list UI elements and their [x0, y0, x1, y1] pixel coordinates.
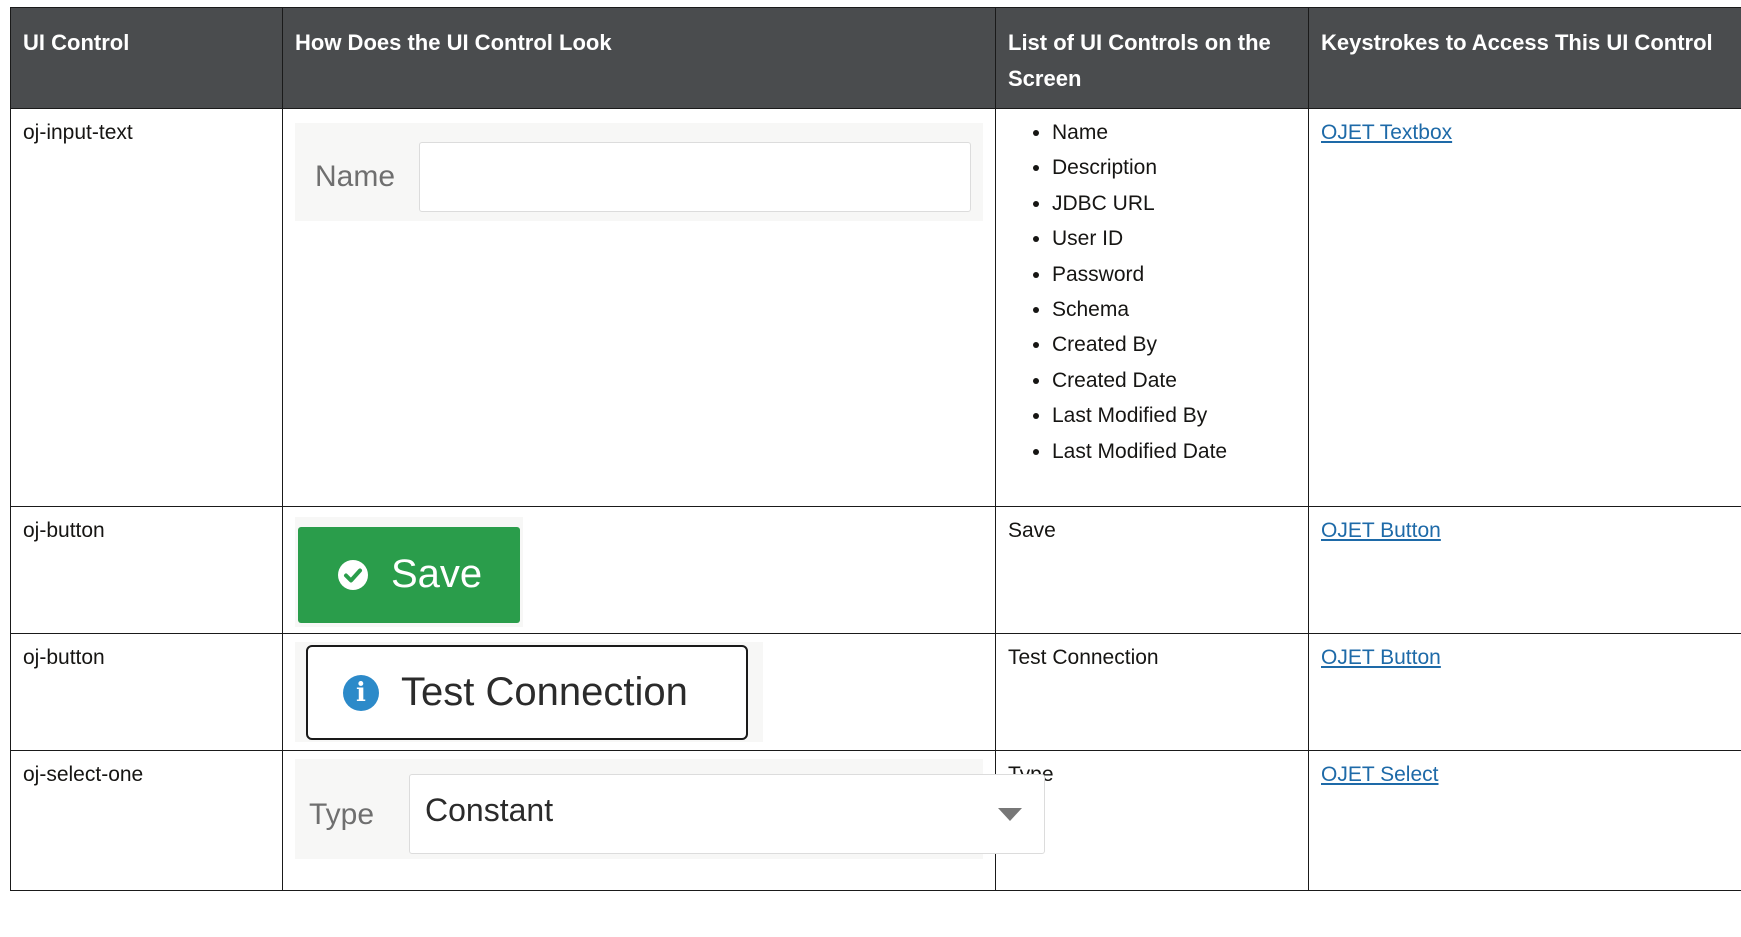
controls-list-cell: Name Description JDBC URL User ID Passwo…	[995, 108, 1309, 507]
list-item: JDBC URL	[1052, 186, 1296, 221]
ojet-button-link[interactable]: OJET Button	[1321, 519, 1441, 542]
table-header-row: UI Control How Does the UI Control Look …	[10, 7, 1741, 109]
control-sample-cell: i Test Connection	[282, 633, 996, 751]
info-icon: i	[343, 675, 379, 711]
keystroke-cell: OJET Button	[1308, 633, 1741, 751]
ojet-textbox-link[interactable]: OJET Textbox	[1321, 121, 1452, 144]
table-row: oj-input-text Name Name Description JDBC…	[10, 108, 1741, 507]
check-circle-icon	[338, 560, 368, 590]
keystroke-cell: OJET Textbox	[1308, 108, 1741, 507]
sample-field-label: Name	[315, 160, 396, 193]
control-sample-cell: Save	[282, 506, 996, 634]
controls-list: Name Description JDBC URL User ID Passwo…	[1008, 115, 1296, 469]
ojet-button-link[interactable]: OJET Button	[1321, 646, 1441, 669]
list-item: Name	[1052, 115, 1296, 150]
control-sample-cell: Type Constant	[282, 750, 1045, 891]
input-text-sample: Name	[295, 123, 983, 221]
control-sample-cell: Name	[282, 108, 996, 507]
sample-select-value: Constant	[425, 792, 554, 828]
test-connection-sample: i Test Connection	[295, 642, 763, 742]
table-row: oj-button i Test Connection Test Connect…	[10, 633, 1741, 751]
list-item: Created Date	[1052, 363, 1296, 398]
sample-select: Constant	[409, 774, 1045, 854]
keystroke-cell: OJET Select	[1308, 750, 1741, 891]
header-list: List of UI Controls on the Screen	[995, 7, 1309, 109]
header-keystrokes: Keystrokes to Access This UI Control	[1308, 7, 1741, 109]
table-row: oj-select-one Type Constant Type OJET Se…	[10, 750, 1741, 891]
header-ui-control: UI Control	[10, 7, 283, 109]
save-button-sample: Save	[295, 517, 523, 627]
header-look: How Does the UI Control Look	[282, 7, 996, 109]
save-button-label: Save	[391, 552, 483, 596]
ui-controls-table: UI Control How Does the UI Control Look …	[10, 7, 1741, 891]
list-item: Created By	[1052, 327, 1296, 362]
save-button: Save	[298, 527, 520, 623]
control-name: oj-select-one	[10, 750, 283, 891]
list-item: Password	[1052, 257, 1296, 292]
keystroke-cell: OJET Button	[1308, 506, 1741, 634]
table-row: oj-button Save Save OJET Button	[10, 506, 1741, 634]
control-name: oj-input-text	[10, 108, 283, 507]
controls-list-cell: Save	[995, 506, 1309, 634]
list-item: Last Modified By	[1052, 398, 1296, 433]
test-connection-label: Test Connection	[401, 670, 688, 714]
control-name: oj-button	[10, 633, 283, 751]
list-item: Description	[1052, 150, 1296, 185]
select-one-sample: Type Constant	[295, 759, 1045, 859]
chevron-down-icon	[998, 808, 1022, 821]
sample-select-label: Type	[309, 798, 375, 831]
ojet-select-link[interactable]: OJET Select	[1321, 763, 1439, 786]
sample-text-input	[419, 142, 971, 212]
controls-list-cell: Test Connection	[995, 633, 1309, 751]
list-item: User ID	[1052, 221, 1296, 256]
control-name: oj-button	[10, 506, 283, 634]
list-item: Last Modified Date	[1052, 434, 1296, 469]
list-item: Schema	[1052, 292, 1296, 327]
test-connection-button: i Test Connection	[306, 645, 748, 740]
